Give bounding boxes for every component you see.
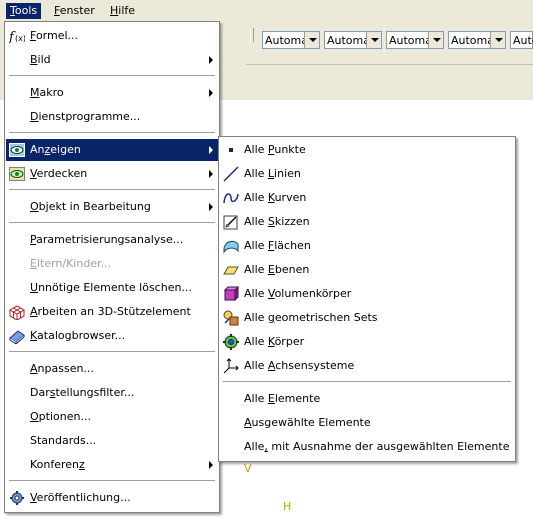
chevron-right-icon [209, 461, 213, 469]
publication-gear-icon [9, 490, 25, 506]
menu-fenster[interactable]: Fenster [50, 3, 99, 19]
chevron-right-icon [209, 56, 213, 64]
menu-item-unnoetige-elemente[interactable]: Unnötige Elemente löschen... [6, 277, 218, 299]
menu-item-verdecken[interactable]: Verdecken [6, 163, 218, 185]
grid-3d-icon [9, 304, 25, 320]
separator [223, 381, 511, 383]
menu-item-darstellungsfilter[interactable]: Darstellungsfilter... [6, 382, 218, 404]
menu-item-dienstprogramme[interactable]: Dienstprogramme... [6, 106, 218, 128]
menu-bar: Tools Fenster Hilfe [0, 0, 533, 23]
toolbar-grip[interactable] [250, 28, 254, 42]
combo-1[interactable]: Automa [262, 31, 320, 49]
catalog-book-icon [9, 328, 25, 344]
menu-item-anpassen[interactable]: Anpassen... [6, 358, 218, 380]
plane-icon [223, 262, 239, 278]
tools-menu: f (x) Formel... Bild Makro Dienstprogramm… [4, 21, 220, 513]
chevron-down-icon[interactable] [304, 32, 319, 48]
hide-eye-icon [9, 166, 25, 182]
menu-item-eltern-kinder: Eltern/Kinder... [30, 257, 112, 270]
menu-item-katalogbrowser[interactable]: Katalogbrowser... [6, 325, 218, 347]
geometrical-set-icon [223, 310, 239, 326]
curve-icon [223, 190, 239, 206]
menu-item-veroeffentlichung[interactable]: Veröffentlichung... [6, 487, 218, 509]
formula-icon: f (x) [9, 28, 25, 44]
separator [9, 189, 215, 191]
submenu-item-alle-ebenen[interactable]: Alle Ebenen [220, 259, 514, 281]
volume-icon [223, 286, 239, 302]
submenu-item-alle-skizzen[interactable]: Alle Skizzen [220, 211, 514, 233]
submenu-item-alle-geometrischen-sets[interactable]: Alle geometrischen Sets [220, 307, 514, 329]
svg-text:(x): (x) [15, 34, 25, 43]
menu-item-arbeiten-3d[interactable]: Arbeiten an 3D-Stützelement [6, 301, 218, 323]
anzeigen-submenu: Alle Punkte Alle Linien Alle Kurven Alle… [218, 136, 516, 462]
chevron-right-icon [209, 146, 213, 154]
canvas-axis-h: H [283, 500, 292, 513]
body-gear-icon [223, 334, 239, 350]
separator [9, 75, 215, 77]
submenu-item-alle-kurven[interactable]: Alle Kurven [220, 187, 514, 209]
combo-2[interactable]: Automa [324, 31, 382, 49]
submenu-item-alle-koerper[interactable]: Alle Körper [220, 331, 514, 353]
submenu-item-alle-flaechen[interactable]: Alle Flächen [220, 235, 514, 257]
submenu-item-alle-volumenkoerper[interactable]: Alle Volumenkörper [220, 283, 514, 305]
point-icon [223, 142, 239, 158]
menu-item-objekt-in-bearbeitung[interactable]: Objekt in Bearbeitung [6, 196, 218, 218]
combo-3[interactable]: Automa [386, 31, 444, 49]
separator [9, 351, 215, 353]
combo-5[interactable]: Autom [510, 31, 533, 49]
menu-item-formel[interactable]: f (x) Formel... [6, 25, 218, 47]
menu-item-bild[interactable]: Bild [6, 49, 218, 71]
chevron-right-icon [209, 89, 213, 97]
canvas-axis-v: V [244, 462, 252, 475]
sketch-icon [223, 214, 239, 230]
submenu-item-alle-linien[interactable]: Alle Linien [220, 163, 514, 185]
submenu-item-ausgewaehlte-elemente[interactable]: Ausgewählte Elemente [220, 412, 514, 434]
menu-tools[interactable]: Tools [6, 3, 42, 19]
menu-item-parametrisierungsanalyse[interactable]: Parametrisierungsanalyse... [6, 229, 218, 251]
chevron-right-icon [209, 170, 213, 178]
chevron-down-icon[interactable] [490, 32, 505, 48]
submenu-item-alle-ausser-ausgewaehlte[interactable]: Alle, mit Ausnahme der ausgewählten Elem… [220, 436, 514, 458]
menu-item-makro[interactable]: Makro [6, 82, 218, 104]
menu-item-anzeigen[interactable]: Anzeigen [6, 139, 218, 161]
separator [9, 222, 215, 224]
separator [9, 132, 215, 134]
chevron-down-icon[interactable] [428, 32, 443, 48]
submenu-item-alle-punkte[interactable]: Alle Punkte [220, 139, 514, 161]
submenu-item-alle-achsensysteme[interactable]: Alle Achsensysteme [220, 355, 514, 377]
menu-item-standards[interactable]: Standards... [6, 430, 218, 452]
chevron-down-icon[interactable] [366, 32, 381, 48]
combo-4[interactable]: Automa [448, 31, 506, 49]
chevron-right-icon [209, 203, 213, 211]
axis-system-icon [223, 358, 239, 374]
menu-hilfe[interactable]: Hilfe [106, 3, 139, 19]
surface-icon [223, 238, 239, 254]
separator [9, 480, 215, 482]
submenu-item-alle-elemente[interactable]: Alle Elemente [220, 388, 514, 410]
line-icon [223, 166, 239, 182]
show-eye-icon [9, 142, 25, 158]
menu-item-optionen[interactable]: Optionen... [6, 406, 218, 428]
menu-item-konferenz[interactable]: Konferenz [6, 454, 218, 476]
